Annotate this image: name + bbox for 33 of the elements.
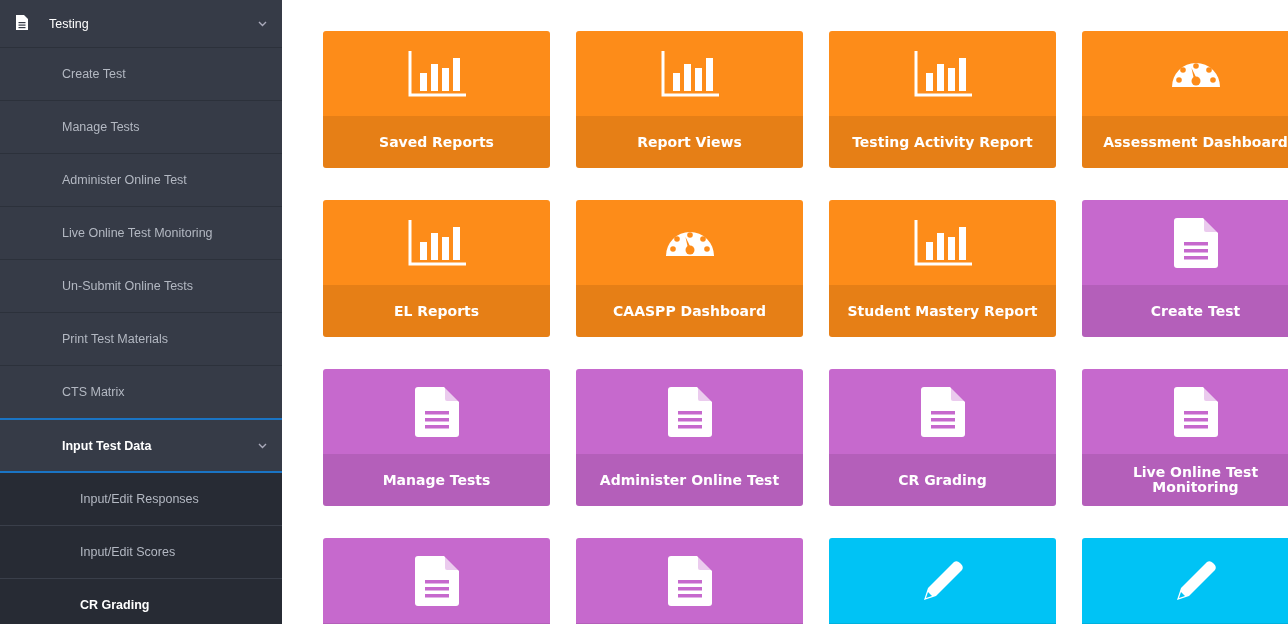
sidebar-item[interactable]: CTS Matrix <box>0 366 282 419</box>
gauge-icon <box>664 229 715 256</box>
bar-chart-icon <box>407 219 466 266</box>
dashboard-tile[interactable]: CR Grading <box>829 369 1056 506</box>
sidebar-item[interactable]: Create Test <box>0 48 282 101</box>
dashboard-tile[interactable]: Create Test <box>1082 200 1288 337</box>
sidebar-item[interactable]: CR Grading <box>0 579 282 624</box>
sidebar-item[interactable]: Input/Edit Responses <box>0 473 282 526</box>
dashboard-tile[interactable]: Live Online Test Monitoring <box>1082 369 1288 506</box>
sidebar-item[interactable]: Testing <box>0 0 282 48</box>
document-icon <box>414 386 459 437</box>
bar-chart-icon <box>913 219 972 266</box>
document-icon <box>414 555 459 606</box>
document-icon <box>920 386 965 437</box>
sidebar-item[interactable]: Un-Submit Online Tests <box>0 260 282 313</box>
dashboard-tile[interactable]: Manage Tests <box>323 369 550 506</box>
sidebar-item[interactable]: Manage Tests <box>0 101 282 154</box>
sidebar-item[interactable]: Input/Edit Scores <box>0 526 282 579</box>
bar-chart-icon <box>913 50 972 97</box>
sidebar-item[interactable]: Administer Online Test <box>0 154 282 207</box>
document-icon <box>1173 386 1218 437</box>
dashboard-tile[interactable]: Administer Online Test <box>576 369 803 506</box>
pencil-icon <box>921 559 964 602</box>
document-icon <box>667 386 712 437</box>
document-icon <box>667 555 712 606</box>
bar-chart-icon <box>660 50 719 97</box>
pencil-icon <box>1174 559 1217 602</box>
bar-chart-icon <box>407 50 466 97</box>
sidebar-item[interactable]: Print Test Materials <box>0 313 282 366</box>
sidebar-item[interactable]: Live Online Test Monitoring <box>0 207 282 260</box>
gauge-icon <box>1170 60 1221 87</box>
document-icon <box>1173 217 1218 268</box>
document-icon <box>16 14 28 30</box>
